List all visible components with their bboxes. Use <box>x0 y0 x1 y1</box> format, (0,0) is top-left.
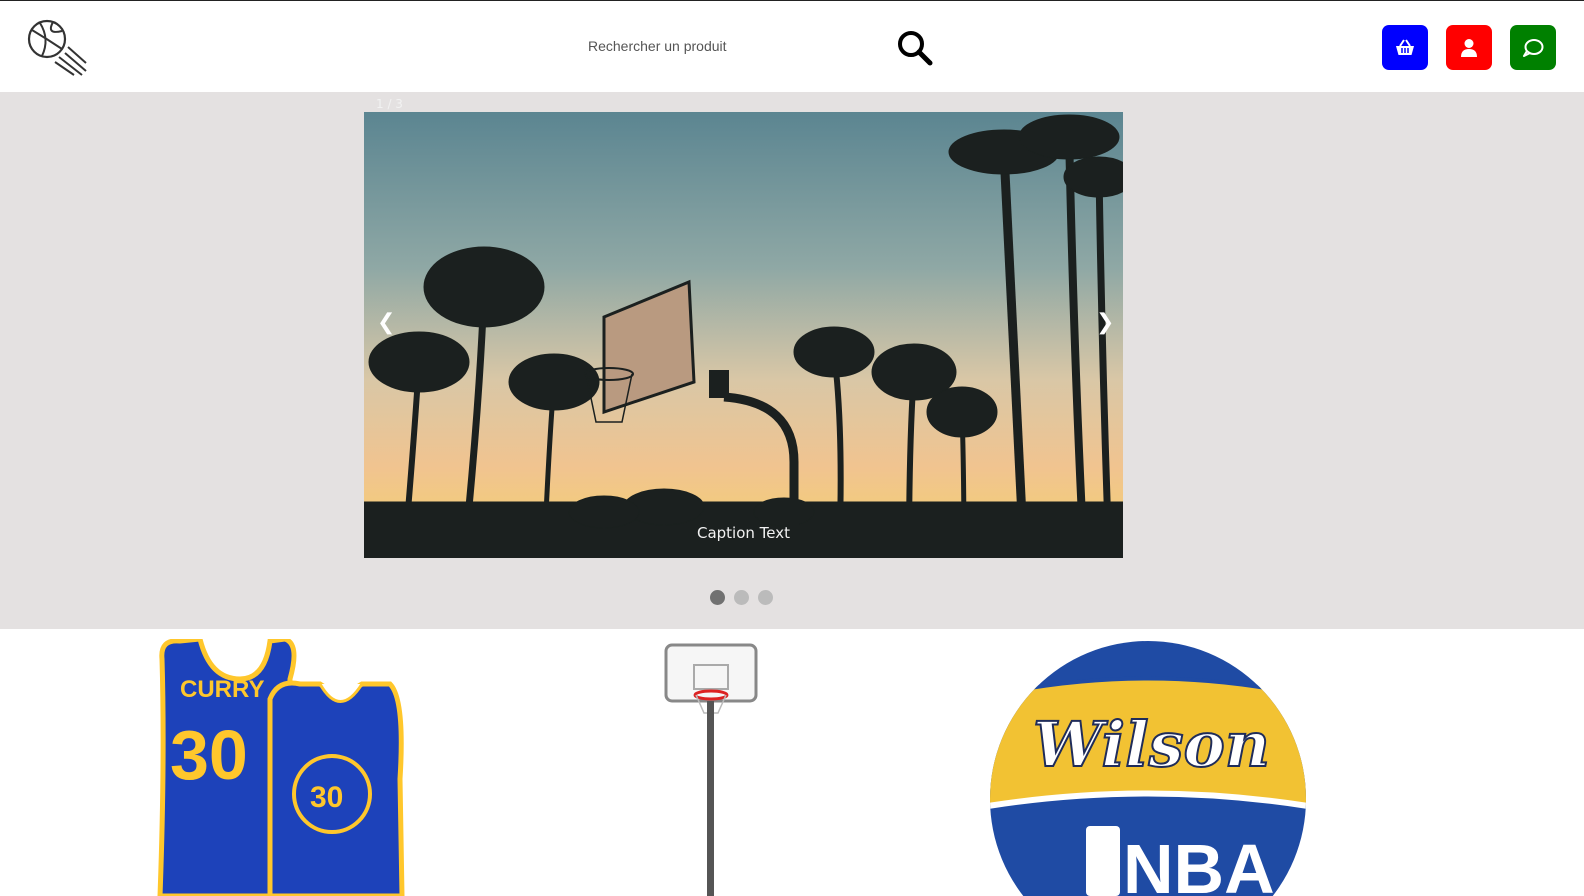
svg-text:30: 30 <box>170 716 248 794</box>
slide-dots <box>710 590 773 605</box>
svg-text:NBA: NBA <box>1123 830 1275 896</box>
next-slide-button[interactable]: ❯ <box>1096 310 1114 335</box>
product-grid: CURRY 30 30 Wilson NBA <box>0 629 1584 896</box>
svg-text:Wilson: Wilson <box>1033 708 1270 781</box>
basket-icon <box>1396 38 1414 55</box>
slide-dot-1[interactable] <box>710 590 725 605</box>
product-jersey-image[interactable]: CURRY 30 30 <box>150 639 420 896</box>
basketball-logo-icon[interactable] <box>26 17 88 77</box>
slide-dot-2[interactable] <box>734 590 749 605</box>
user-icon <box>1461 38 1477 57</box>
site-header <box>0 1 1584 92</box>
chat-bubble-icon <box>1523 38 1544 57</box>
product-basketball-image[interactable]: Wilson NBA <box>988 641 1308 896</box>
svg-text:CURRY: CURRY <box>180 676 264 703</box>
cart-button[interactable] <box>1382 25 1428 70</box>
search-icon[interactable] <box>895 28 935 68</box>
account-button[interactable] <box>1446 25 1492 70</box>
slide-image <box>364 112 1123 558</box>
slide-caption: Caption Text <box>696 524 791 542</box>
slide-dot-3[interactable] <box>758 590 773 605</box>
slideshow: 1 / 3 Caption Text ❮ ❯ <box>0 92 1584 629</box>
search-input[interactable] <box>588 31 878 61</box>
prev-slide-button[interactable]: ❮ <box>377 310 395 335</box>
product-hoop-image[interactable] <box>660 641 760 896</box>
slide-counter: 1 / 3 <box>376 97 403 111</box>
chat-button[interactable] <box>1510 25 1556 70</box>
svg-text:30: 30 <box>310 781 343 814</box>
